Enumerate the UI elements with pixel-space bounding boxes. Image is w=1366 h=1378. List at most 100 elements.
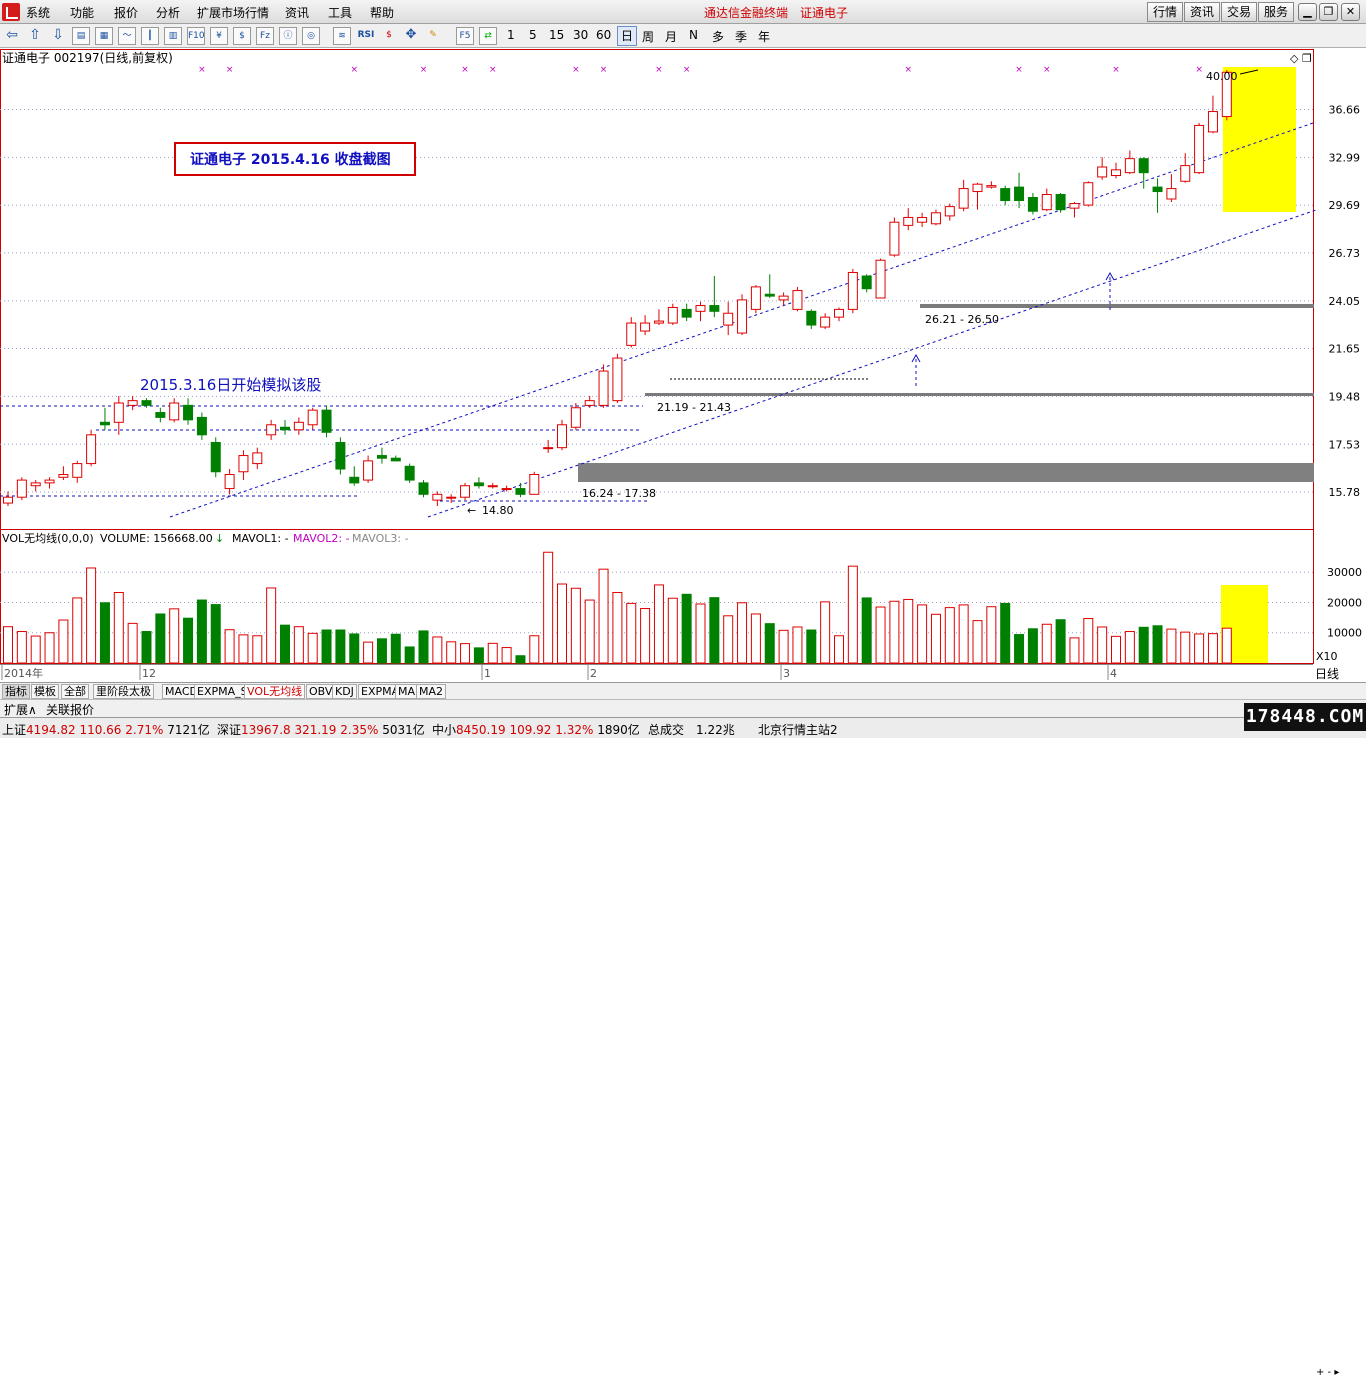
period-month[interactable]: 月 (665, 28, 677, 45)
tab-kdj[interactable]: KDJ (332, 684, 357, 699)
pencil-icon[interactable]: ✎ (424, 27, 442, 45)
news-button[interactable]: 资讯 (1184, 2, 1220, 22)
scroll-controls[interactable]: + - ▸ (1316, 1367, 1339, 1378)
finance-icon[interactable]: ¥ (210, 27, 228, 45)
price-tick-label: 19.48 (1329, 390, 1361, 403)
price-tick-label: 21.65 (1329, 343, 1361, 356)
period-year[interactable]: 年 (758, 28, 770, 45)
volume-bar (612, 591, 623, 664)
menu-help[interactable]: 帮助 (370, 4, 394, 21)
quote-button[interactable]: 行情 (1147, 2, 1183, 22)
volume-bar (529, 635, 540, 664)
window-icon[interactable]: ❐ (1302, 52, 1312, 65)
candle-body (307, 409, 318, 426)
period-n[interactable]: N (689, 28, 698, 42)
tab-ligeduo[interactable]: 里阶段太极 (93, 684, 154, 699)
tab-vol[interactable]: VOL无均线 (244, 684, 306, 699)
volume-axis: 30000 20000 10000 (1327, 566, 1362, 640)
menu-tools[interactable]: 工具 (328, 4, 352, 21)
volume-bar (280, 624, 290, 664)
candle-body (30, 482, 41, 487)
volume-bar (321, 629, 332, 664)
grid-icon[interactable]: ▦ (95, 27, 113, 45)
volume-bar (127, 622, 138, 664)
switch-icon[interactable]: ⇄ (479, 27, 497, 45)
candle-body (432, 493, 443, 501)
line-chart-icon[interactable]: 〜 (118, 27, 136, 45)
report-icon[interactable]: ▤ (72, 27, 90, 45)
back-arrow-icon[interactable]: ⇦ (3, 27, 21, 45)
menu-extended-market[interactable]: 扩展市场行情 (197, 4, 269, 21)
f2-icon[interactable]: Fz (256, 27, 274, 45)
candle-icon[interactable]: ┃ (141, 27, 159, 45)
menu-function[interactable]: 功能 (70, 4, 94, 21)
volume-bar (1097, 626, 1108, 664)
candle-body (1194, 124, 1205, 174)
kline-chart[interactable]: × × × × × × × × × × × × × × × 证通电子 2015.4.16 收盘截图 2015… (0, 48, 1366, 684)
period-season[interactable]: 季 (735, 28, 747, 45)
volume-bar (557, 583, 567, 664)
candle-body (612, 357, 623, 402)
move-icon[interactable]: ✥ (402, 27, 420, 45)
app-logo-icon[interactable] (2, 3, 20, 21)
trade-button[interactable]: 交易 (1221, 2, 1257, 22)
candle-body (1111, 169, 1121, 177)
candle-body (834, 308, 844, 318)
sme-index[interactable]: 中小8450.19 109.92 1.32% 1890亿 (432, 721, 640, 738)
money-icon[interactable]: $ (380, 27, 398, 45)
info-icon[interactable]: ⓘ (279, 27, 297, 45)
table-icon[interactable]: ▥ (164, 27, 182, 45)
menu-system[interactable]: 系统 (26, 4, 50, 21)
event-marker: × (1043, 65, 1051, 75)
expand-icon[interactable]: ◇ (1290, 52, 1299, 65)
chart-area[interactable]: × × × × × × × × × × × × × × × 证通电子 2015.4.16 收盘截图 2015… (0, 48, 1366, 684)
tab-ma2[interactable]: MA2 (416, 684, 447, 699)
service-button[interactable]: 服务 (1258, 2, 1294, 22)
tab-indicator[interactable]: 指标 (2, 684, 30, 699)
period-week[interactable]: 周 (642, 28, 654, 45)
tab-expma-s[interactable]: EXPMA_S (194, 684, 251, 699)
up-arrow-icon[interactable]: ⇧ (26, 27, 44, 45)
indicator-icon[interactable]: ≋ (333, 27, 351, 45)
tab-template[interactable]: 模板 (31, 684, 59, 699)
fund-icon[interactable]: $ (233, 27, 251, 45)
candle-body (460, 485, 471, 498)
minimize-icon[interactable]: ▁ (1298, 3, 1317, 21)
period-multi[interactable]: 多 (712, 28, 724, 45)
candle-body (155, 412, 166, 418)
period-60min[interactable]: 60 (596, 28, 611, 42)
f10-icon[interactable]: F10 (187, 27, 205, 45)
sh-index[interactable]: 上证4194.82 110.66 2.71% 7121亿 (2, 721, 210, 738)
tab-extend[interactable]: 扩展∧ (4, 701, 37, 718)
f5-icon[interactable]: F5 (456, 27, 474, 45)
volume-bar (792, 626, 803, 664)
menu-quote[interactable]: 报价 (114, 4, 138, 21)
candle-body (1180, 165, 1191, 182)
tab-all[interactable]: 全部 (61, 684, 89, 699)
close-icon[interactable]: ✕ (1341, 3, 1360, 21)
period-30min[interactable]: 30 (573, 28, 588, 42)
stock-title: 证通电子 (800, 6, 849, 20)
sz-index[interactable]: 深证13967.8 321.19 2.35% 5031亿 (217, 721, 425, 738)
menu-analysis[interactable]: 分析 (156, 4, 180, 21)
period-15min[interactable]: 15 (549, 28, 564, 42)
menu-news[interactable]: 资讯 (285, 4, 309, 21)
tab-related-quotes[interactable]: 关联报价 (46, 701, 94, 718)
tab-ma[interactable]: MA (395, 684, 419, 699)
volume-bar (1014, 634, 1025, 664)
volume-bar (986, 606, 997, 664)
period-1min[interactable]: 1 (507, 28, 515, 42)
event-marker: × (1112, 65, 1120, 75)
restore-icon[interactable]: ❐ (1319, 3, 1338, 21)
status-bar: 上证4194.82 110.66 2.71% 7121亿 深证13967.8 3… (0, 717, 1366, 738)
volume-bar (418, 630, 429, 664)
volume-bar (349, 633, 360, 664)
period-day[interactable]: 日 (617, 26, 638, 46)
period-5min[interactable]: 5 (529, 28, 537, 42)
down-arrow-icon[interactable]: ⇩ (49, 27, 67, 45)
rsi-icon[interactable]: RSI (355, 27, 377, 45)
refresh-icon[interactable]: ◎ (302, 27, 320, 45)
volume-bar (570, 587, 581, 664)
tab-obv[interactable]: OBV (306, 684, 336, 699)
mavol3: MAVOL3: - (352, 532, 409, 545)
